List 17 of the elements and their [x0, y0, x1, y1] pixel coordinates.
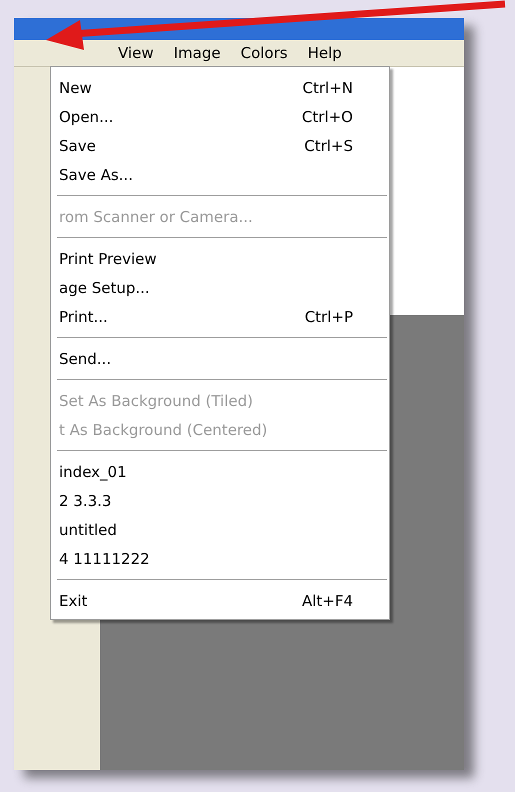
- menu-item[interactable]: age Setup...: [51, 273, 389, 302]
- menu-bar-item[interactable]: Colors: [240, 44, 288, 62]
- menu-item[interactable]: untitled: [51, 515, 389, 544]
- menu-bar-item[interactable]: Image: [174, 44, 221, 62]
- menu-bar-item[interactable]: Help: [308, 44, 342, 62]
- menu-item[interactable]: Save As...: [51, 160, 389, 189]
- menu-item[interactable]: Save Ctrl+S: [51, 131, 389, 160]
- menu-item[interactable]: Open... Ctrl+O: [51, 102, 389, 131]
- menu-item[interactable]: New Ctrl+N: [51, 73, 389, 102]
- menu-bar-item[interactable]: View: [118, 44, 154, 62]
- menu-item[interactable]: Send...: [51, 344, 389, 373]
- menu-item[interactable]: Print... Ctrl+P: [51, 302, 389, 331]
- menu-item[interactable]: Exit Alt+F4: [51, 586, 389, 615]
- menu-item[interactable]: index_01: [51, 457, 389, 486]
- menu-item[interactable]: 2 3.3.3: [51, 486, 389, 515]
- menu-item[interactable]: 4 11111222: [51, 544, 389, 573]
- menu-item[interactable]: Print Preview: [51, 244, 389, 273]
